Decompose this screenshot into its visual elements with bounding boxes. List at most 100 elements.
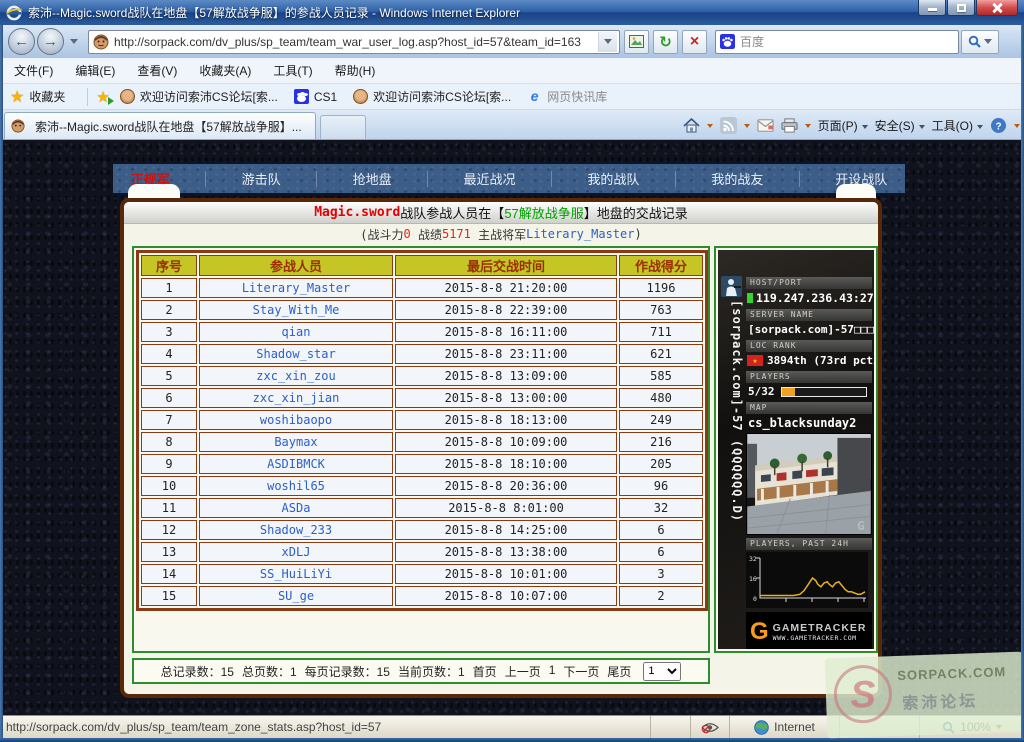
gametracker-side-label: [sorpack.com]-57 (QQQQQQ.D) xyxy=(718,274,744,649)
address-bar[interactable]: http://sorpack.com/dv_plus/sp_team/team_… xyxy=(88,30,620,54)
new-tab-stub[interactable] xyxy=(320,115,366,139)
row-number: 5 xyxy=(141,366,197,386)
favorites-item[interactable]: 欢迎访问索沛CS论坛[索... xyxy=(120,88,278,105)
favorites-item[interactable]: 欢迎访问索沛CS论坛[索... xyxy=(353,88,511,105)
forward-button[interactable]: → xyxy=(37,28,64,55)
row-number: 1 xyxy=(141,278,197,298)
player-name[interactable]: zxc_xin_zou xyxy=(256,369,335,383)
title-bar: 索沛--Magic.sword战队在地盘【57解放战争服】的参战人员记录 - W… xyxy=(0,0,1024,25)
nav-separator xyxy=(205,171,206,187)
page-menu-button[interactable]: 页面(P) xyxy=(818,117,868,134)
pagination-link[interactable]: 1 xyxy=(549,663,556,680)
player-name[interactable]: SS_HuiLiYi xyxy=(260,567,332,581)
players-24h-graph: 32 16 0 xyxy=(746,552,868,608)
page-select[interactable]: 1 xyxy=(643,662,681,681)
table-row: 10woshil652015-8-8 20:36:0096 xyxy=(141,476,703,496)
server-name-value: [sorpack.com]-57□□□□ xyxy=(748,323,874,336)
mail-icon[interactable] xyxy=(757,117,774,134)
map-preview-image: G xyxy=(746,433,872,535)
gametracker-logo-text: GAMETRACKER xyxy=(773,622,867,634)
nav-item[interactable]: 我的战友 xyxy=(711,169,763,188)
search-box[interactable]: 百度 xyxy=(715,30,959,54)
player-name[interactable]: woshil65 xyxy=(267,479,325,493)
battle-time: 2015-8-8 14:25:00 xyxy=(395,520,617,540)
compatibility-view-button[interactable] xyxy=(624,30,649,54)
nav-item[interactable]: 抢地盘 xyxy=(353,169,392,188)
help-dropdown-icon[interactable] xyxy=(1014,124,1020,128)
player-name[interactable]: Baymax xyxy=(274,435,317,449)
pagination-links: 首页上一页 1 下一页尾页 xyxy=(473,663,632,680)
player-cell: Baymax xyxy=(199,432,393,452)
rank-label: LOC RANK xyxy=(746,340,872,352)
print-dropdown-icon[interactable] xyxy=(805,124,811,128)
close-button[interactable] xyxy=(976,0,1018,16)
stop-button[interactable]: × xyxy=(682,30,707,54)
nav-item[interactable]: 游击队 xyxy=(242,169,281,188)
rss-feed-icon[interactable] xyxy=(720,117,737,134)
gametracker-logo[interactable]: G GAMETRACKER WWW.GAMETRACKER.COM xyxy=(746,612,872,649)
home-icon[interactable] xyxy=(683,117,700,134)
history-dropdown[interactable] xyxy=(70,39,78,44)
table-row: 6zxc_xin_jian2015-8-8 13:00:00480 xyxy=(141,388,703,408)
pagination-link[interactable]: 首页 xyxy=(473,663,497,680)
pagination-link[interactable]: 尾页 xyxy=(607,663,631,680)
content-card: Magic.sword战队参战人员在【57解放战争服】地盘的交战记录 (战斗力0… xyxy=(120,198,882,698)
pagination-count: 当前页数：1 xyxy=(398,663,465,680)
security-menu-button[interactable]: 安全(S) xyxy=(875,117,925,134)
url-input[interactable]: http://sorpack.com/dv_plus/sp_team/team_… xyxy=(114,35,598,49)
player-name[interactable]: ASDIBMCK xyxy=(267,457,325,471)
favorites-item[interactable]: e网页快讯库 xyxy=(527,88,607,105)
help-icon[interactable]: ? xyxy=(990,117,1007,134)
nav-item[interactable]: 我的战队 xyxy=(587,169,639,188)
menu-item[interactable]: 文件(F) xyxy=(14,62,53,79)
tools-menu-button[interactable]: 工具(O) xyxy=(932,117,983,134)
refresh-button[interactable]: ↻ xyxy=(653,30,678,54)
tab-row: 索沛--Magic.sword战队在地盘【57解放战争服】... 页面(P) 安… xyxy=(0,110,1024,140)
column-header-player: 参战人员 xyxy=(199,255,393,276)
pagination-link[interactable]: 上一页 xyxy=(505,663,541,680)
player-name[interactable]: woshibaopo xyxy=(260,413,332,427)
player-name[interactable]: xDLJ xyxy=(282,545,311,559)
maximize-button[interactable] xyxy=(947,0,975,16)
nav-item[interactable]: 最近战况 xyxy=(463,169,515,188)
player-name[interactable]: zxc_xin_jian xyxy=(253,391,340,405)
player-name[interactable]: Literary_Master xyxy=(242,281,350,295)
player-name[interactable]: ASDa xyxy=(282,501,311,515)
tracking-protection-cell[interactable] xyxy=(690,716,729,738)
player-cell: woshil65 xyxy=(199,476,393,496)
address-dropdown-button[interactable] xyxy=(598,32,617,52)
gametracker-banner[interactable]: [sorpack.com]-57 (QQQQQQ.D) HOST/PORT 11… xyxy=(718,250,874,649)
favorites-star-icon: ★ xyxy=(10,87,24,107)
nav-separator xyxy=(675,171,676,187)
player-name[interactable]: Stay_With_Me xyxy=(253,303,340,317)
player-name[interactable]: Shadow_233 xyxy=(260,523,332,537)
minimize-button[interactable] xyxy=(918,0,946,16)
row-number: 3 xyxy=(141,322,197,342)
search-input[interactable]: 百度 xyxy=(740,33,954,50)
menu-item[interactable]: 编辑(E) xyxy=(75,62,115,79)
player-name[interactable]: Shadow_star xyxy=(256,347,335,361)
back-button[interactable]: ← xyxy=(8,28,35,55)
print-icon[interactable] xyxy=(781,117,798,134)
menu-item[interactable]: 工具(T) xyxy=(273,62,312,79)
home-dropdown-icon[interactable] xyxy=(707,124,713,128)
search-button[interactable] xyxy=(961,30,999,54)
feeds-dropdown-icon[interactable] xyxy=(744,124,750,128)
menu-item[interactable]: 收藏夹(A) xyxy=(199,62,251,79)
security-zone[interactable]: Internet xyxy=(729,716,839,738)
menu-item[interactable]: 查看(V) xyxy=(137,62,177,79)
pagination-link[interactable]: 下一页 xyxy=(563,663,599,680)
nav-separator xyxy=(799,171,800,187)
favorites-item[interactable]: CS1 xyxy=(294,89,337,104)
player-name[interactable]: SU_ge xyxy=(278,589,314,603)
add-favorite-icon[interactable]: ★ xyxy=(96,88,109,106)
favorites-item-label: 欢迎访问索沛CS论坛[索... xyxy=(140,88,278,105)
player-cell: Shadow_star xyxy=(199,344,393,364)
tab-active[interactable]: 索沛--Magic.sword战队在地盘【57解放战争服】... xyxy=(4,112,316,139)
player-name[interactable]: qian xyxy=(282,325,311,339)
favorites-button[interactable]: 收藏夹 xyxy=(29,88,65,105)
avatar-favicon-icon xyxy=(120,89,135,104)
row-number: 13 xyxy=(141,542,197,562)
menu-item[interactable]: 帮助(H) xyxy=(335,62,376,79)
stop-icon: × xyxy=(690,33,699,51)
